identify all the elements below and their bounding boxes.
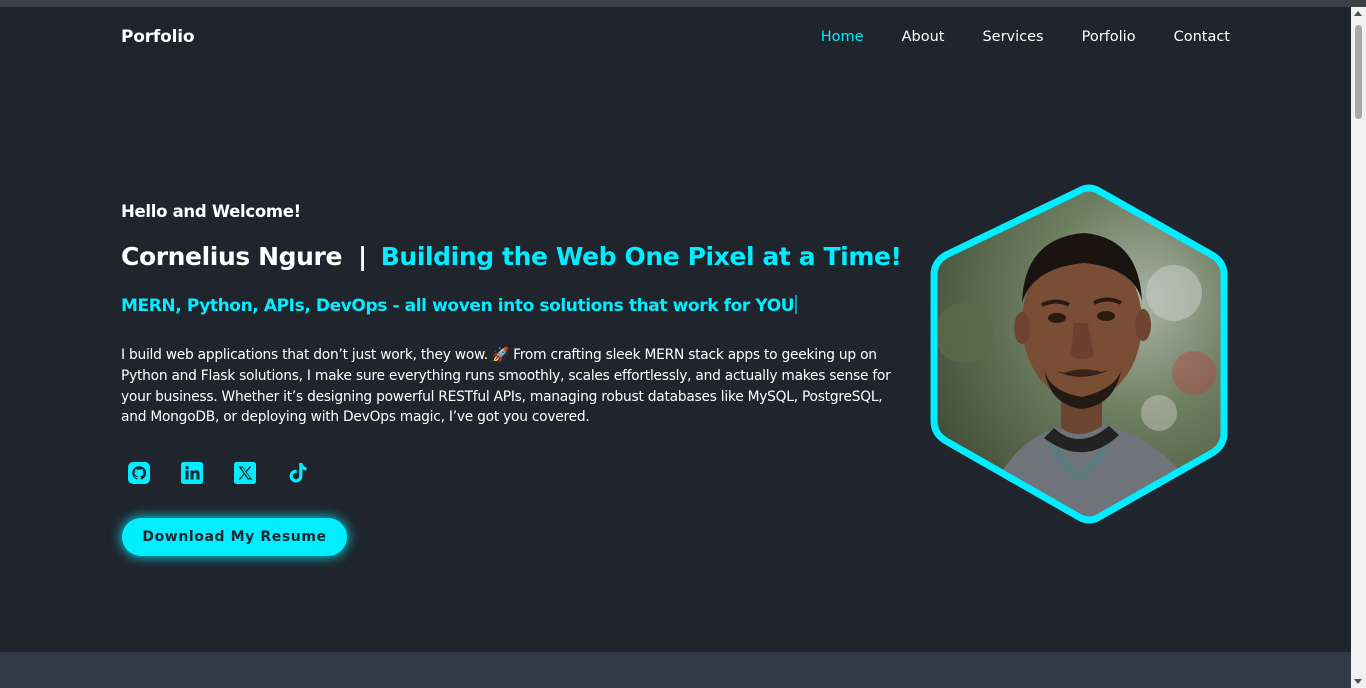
hero-bio: I build web applications that don’t just… xyxy=(121,347,891,426)
scroll-up-arrow-icon[interactable] xyxy=(1354,11,1362,16)
hero-greeting: Hello and Welcome! xyxy=(121,202,301,221)
scroll-down-arrow-icon[interactable] xyxy=(1354,679,1362,684)
hero-name: Cornelius Ngure xyxy=(121,242,343,271)
github-icon xyxy=(128,461,150,484)
site-logo[interactable]: Porfolio xyxy=(121,27,195,47)
x-twitter-icon xyxy=(234,461,256,484)
download-resume-button[interactable]: Download My Resume xyxy=(122,518,347,556)
scroll-thumb[interactable] xyxy=(1355,25,1362,119)
next-section-band xyxy=(0,652,1351,688)
tiktok-link[interactable] xyxy=(286,459,310,486)
nav-services[interactable]: Services xyxy=(982,29,1043,45)
main-nav: Home About Services Porfolio Contact xyxy=(821,29,1230,45)
linkedin-icon xyxy=(181,461,203,484)
tech-stack-typing: MERN, Python, APIs, DevOps - all woven i… xyxy=(121,295,798,316)
typing-caret xyxy=(795,295,798,314)
nav-contact[interactable]: Contact xyxy=(1174,29,1230,45)
vertical-scrollbar[interactable] xyxy=(1351,7,1366,688)
social-links xyxy=(127,459,310,486)
nav-home[interactable]: Home xyxy=(821,29,864,45)
linkedin-link[interactable] xyxy=(180,459,204,486)
nav-about[interactable]: About xyxy=(902,29,945,45)
window-top-border xyxy=(0,0,1366,7)
nav-portfolio[interactable]: Porfolio xyxy=(1082,29,1136,45)
hero-separator: | xyxy=(358,242,367,271)
tiktok-icon xyxy=(289,462,307,482)
tech-stack-text: MERN, Python, APIs, DevOps - all woven i… xyxy=(121,296,795,316)
github-link[interactable] xyxy=(127,459,151,486)
profile-photo-hexagon xyxy=(930,184,1228,524)
page-viewport: Porfolio Home About Services Porfolio Co… xyxy=(0,7,1351,688)
x-twitter-link[interactable] xyxy=(233,459,257,486)
hero-headline: Cornelius Ngure | Building the Web One Pix… xyxy=(121,242,902,271)
hero-tagline: Building the Web One Pixel at a Time! xyxy=(380,242,902,271)
